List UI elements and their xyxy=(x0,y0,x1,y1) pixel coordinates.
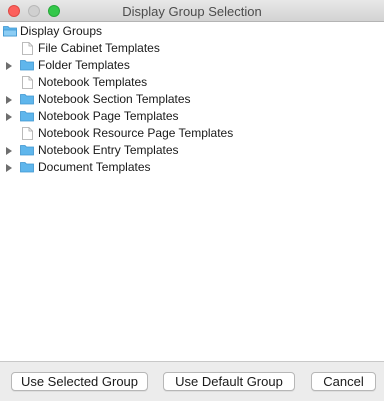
display-group-tree[interactable]: Display Groups File Cabinet Templates Fol… xyxy=(0,22,384,362)
title-bar[interactable]: Display Group Selection xyxy=(0,0,384,22)
document-icon xyxy=(22,42,33,55)
tree-item-label: Document Templates xyxy=(38,160,151,174)
folder-icon xyxy=(20,94,34,105)
tree-item[interactable]: Folder Templates xyxy=(0,57,384,74)
tree-item-label: File Cabinet Templates xyxy=(38,41,160,55)
tree-item[interactable]: Notebook Page Templates xyxy=(0,108,384,125)
tree-root-label: Display Groups xyxy=(20,24,103,38)
document-icon xyxy=(22,76,33,89)
tree-item[interactable]: Notebook Entry Templates xyxy=(0,142,384,159)
tree-item-label: Notebook Resource Page Templates xyxy=(38,126,234,140)
folder-open-icon xyxy=(3,26,17,37)
expand-arrow-icon[interactable] xyxy=(6,147,12,155)
tree-item[interactable]: File Cabinet Templates xyxy=(0,40,384,57)
tree-root[interactable]: Display Groups xyxy=(0,23,384,40)
expand-arrow-icon[interactable] xyxy=(6,62,12,70)
expand-arrow-icon[interactable] xyxy=(6,96,12,104)
tree-item[interactable]: Document Templates xyxy=(0,159,384,176)
dialog-window: Display Group Selection Display Groups F… xyxy=(0,0,384,401)
tree-item[interactable]: Notebook Section Templates xyxy=(0,91,384,108)
expand-arrow-icon[interactable] xyxy=(6,113,12,121)
folder-icon xyxy=(20,162,34,173)
tree-item[interactable]: Notebook Resource Page Templates xyxy=(0,125,384,142)
cancel-button[interactable]: Cancel xyxy=(311,372,376,391)
tree-item-label: Notebook Entry Templates xyxy=(38,143,179,157)
folder-icon xyxy=(20,111,34,122)
dialog-footer: Use Selected Group Use Default Group Can… xyxy=(0,362,384,401)
tree-item[interactable]: Notebook Templates xyxy=(0,74,384,91)
folder-icon xyxy=(20,60,34,71)
folder-icon xyxy=(20,145,34,156)
tree-item-label: Notebook Section Templates xyxy=(38,92,191,106)
document-icon xyxy=(22,127,33,140)
use-selected-group-button[interactable]: Use Selected Group xyxy=(11,372,148,391)
tree-item-label: Notebook Page Templates xyxy=(38,109,179,123)
tree-item-label: Folder Templates xyxy=(38,58,130,72)
use-default-group-button[interactable]: Use Default Group xyxy=(163,372,295,391)
window-title: Display Group Selection xyxy=(122,4,262,19)
expand-arrow-icon[interactable] xyxy=(6,164,12,172)
tree-item-label: Notebook Templates xyxy=(38,75,148,89)
